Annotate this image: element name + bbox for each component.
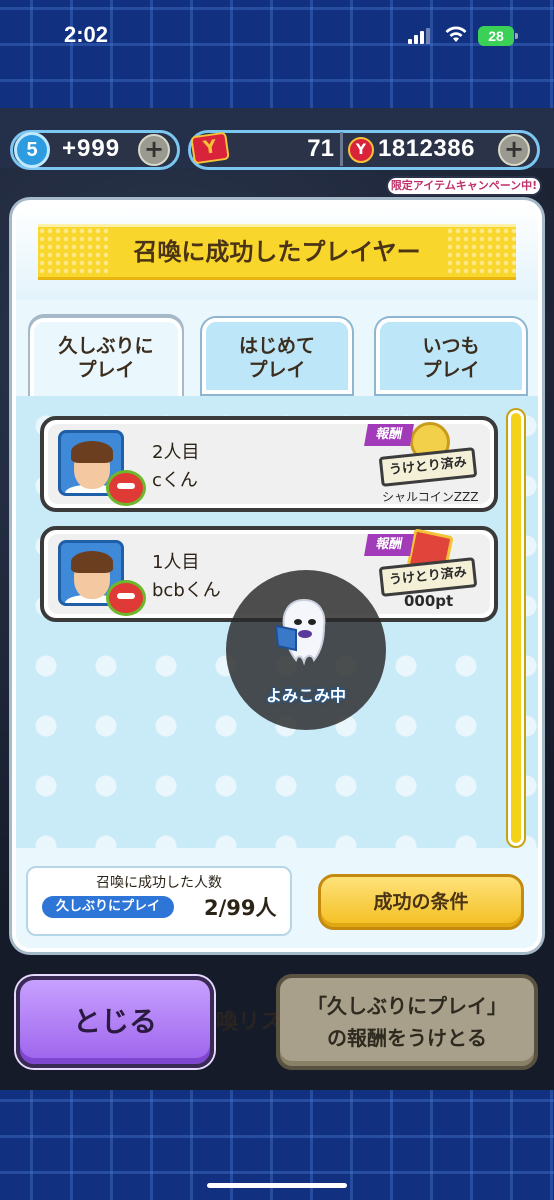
receive-reward-button[interactable]: 「久しぶりにプレイ」 の報酬をうけとる	[276, 974, 538, 1070]
success-count-value: 2/99人	[204, 896, 277, 920]
reward-label: 報酬	[364, 534, 414, 556]
dialog-title: 召喚に成功したプレイヤー	[133, 238, 421, 266]
money-value: 1812386	[378, 135, 475, 162]
counter-divider	[340, 132, 343, 166]
tab-label-line1: はじめて	[238, 335, 315, 357]
tab-label-line1: いつも	[422, 335, 480, 357]
status-time: 2:02	[64, 22, 109, 47]
loading-indicator: よみこみ中	[226, 570, 386, 730]
loading-text: よみこみ中	[265, 686, 346, 705]
list-scrollbar[interactable]	[508, 410, 524, 846]
receive-button-line1: 「久しぶりにプレイ」	[307, 994, 507, 1018]
dialog-header: 召喚に成功したプレイヤー	[16, 204, 538, 300]
tab-label-line2: プレイ	[422, 359, 480, 381]
tab-long-time-play[interactable]: 久しぶりに プレイ	[30, 318, 182, 396]
player-name: bcbくん	[152, 580, 221, 601]
home-indicator[interactable]	[207, 1183, 347, 1188]
ghost-reading-icon	[274, 598, 326, 666]
medal-value: +999	[62, 135, 121, 162]
reward-points: 000pt	[404, 592, 454, 610]
close-button[interactable]: とじる	[16, 976, 214, 1068]
player-order: 2人目	[152, 442, 200, 463]
reward-item-name: シャルコインZZZ	[382, 490, 479, 504]
tab-label-line1: 久しぶりに	[58, 335, 154, 357]
receive-button-line2: の報酬をうけとる	[327, 1026, 487, 1050]
reward-label: 報酬	[364, 424, 414, 446]
player-name: cくん	[152, 470, 198, 491]
tab-label-line2: プレイ	[248, 359, 306, 381]
background-list-label: 喚リス	[216, 1010, 283, 1035]
status-bar: 2:02 28	[0, 0, 554, 72]
success-count-title: 召喚に成功した人数	[96, 875, 222, 891]
yen-coin-icon: Y	[348, 137, 374, 163]
add-medal-button[interactable]: +	[138, 134, 170, 166]
player-order: 1人目	[152, 552, 200, 573]
success-conditions-button[interactable]: 成功の条件	[318, 874, 524, 930]
yokai-badge-icon	[106, 470, 146, 506]
list-item[interactable]: 2人目 cくん 報酬 うけとり済み シャルコインZZZ	[40, 416, 498, 512]
ticket-icon: Y	[190, 131, 230, 165]
ticket-value: 71	[307, 135, 334, 162]
wifi-icon	[445, 26, 467, 42]
tab-first-play[interactable]: はじめて プレイ	[202, 318, 352, 394]
campaign-badge[interactable]: 限定アイテムキャンペーン中!	[386, 176, 542, 196]
medal-level-icon: 5	[14, 132, 50, 168]
battery-icon: 28	[478, 26, 518, 46]
success-count-box: 召喚に成功した人数 久しぶりにプレイ 2/99人	[26, 866, 292, 936]
cellular-signal-icon	[408, 28, 430, 44]
title-banner: 召喚に成功したプレイヤー	[38, 224, 516, 280]
game-screen: 5 +999 + Y 71 Y 1812386 + 限定アイテムキャンペーン中!…	[0, 108, 554, 1090]
tab-always-play[interactable]: いつも プレイ	[376, 318, 526, 394]
add-money-button[interactable]: +	[498, 134, 530, 166]
summon-success-dialog: 召喚に成功したプレイヤー 久しぶりに プレイ はじめて プレイ いつも プレイ …	[12, 200, 542, 952]
play-type-chip: 久しぶりにプレイ	[42, 896, 174, 918]
tab-label-line2: プレイ	[77, 359, 135, 381]
yokai-badge-icon	[106, 580, 146, 616]
